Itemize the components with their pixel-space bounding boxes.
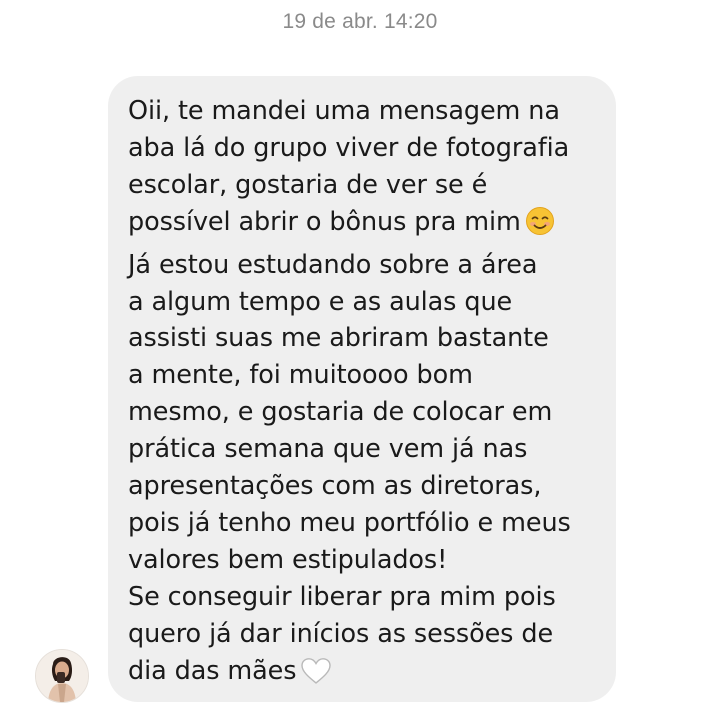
message-line: Já estou estudando sobre a área [128, 249, 538, 280]
profile-avatar-icon [36, 650, 88, 702]
message-bubble[interactable]: Oii, te mandei uma mensagem na aba lá do… [108, 76, 616, 702]
message-line: valores bem estipulados! [128, 544, 448, 575]
message-line: possível abrir o bônus pra mim [128, 206, 521, 237]
message-line: a mente, foi muitoooo bom [128, 360, 473, 391]
message-line: prática semana que vem já nas [128, 434, 528, 465]
received-message-row: Oii, te mandei uma mensagem na aba lá do… [0, 0, 720, 720]
message-line: Oii, te mandei uma mensagem na [128, 96, 560, 126]
message-line: apresentações com as diretoras, [128, 471, 542, 502]
message-line: aba lá do grupo viver de fotografia [128, 132, 570, 163]
message-line: assisti suas me abriram bastante [128, 323, 549, 354]
message-line: quero já dar inícios as sessões de [128, 618, 554, 649]
sender-avatar[interactable] [35, 649, 89, 703]
chat-screen: 19 de abr. 14:20 Oii, te mandei uma mens… [0, 0, 720, 720]
smiling-face-emoji-icon [525, 206, 555, 247]
message-line: escolar, gostaria de ver se é [128, 169, 488, 200]
message-line: a algum tempo e as aulas que [128, 286, 513, 317]
message-line: mesmo, e gostaria de colocar em [128, 397, 553, 428]
message-line-with-emoji: dia das mães [128, 653, 606, 696]
message-line-with-emoji: possível abrir o bônus pra mim [128, 204, 606, 247]
message-line: dia das mães [128, 655, 297, 686]
white-heart-emoji-icon [300, 657, 332, 696]
message-line: Se conseguir liberar pra mim pois [128, 581, 556, 612]
message-line: pois já tenho meu portfólio e meus [128, 507, 571, 538]
